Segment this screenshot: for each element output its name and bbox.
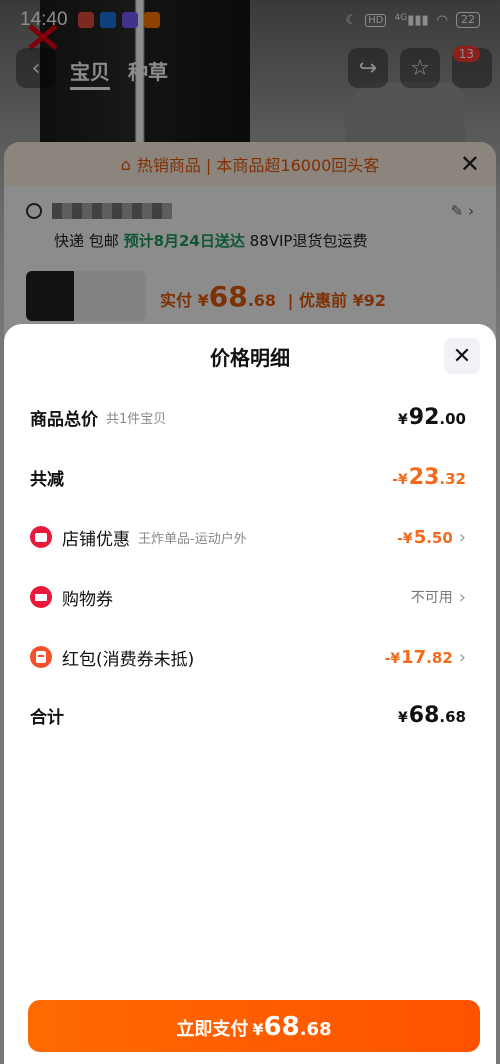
- close-icon: ✕: [452, 343, 472, 369]
- chevron-right-icon: ›: [458, 586, 466, 608]
- close-button[interactable]: ✕: [444, 338, 480, 374]
- sheet-title: 价格明细: [210, 346, 290, 370]
- shop-discount-desc: 王炸单品-运动户外: [138, 531, 247, 547]
- shop-discount-value: -¥ 5.50: [397, 526, 453, 548]
- red-packet-value: -¥ 17.82: [384, 646, 453, 668]
- reduction-label: 共减: [30, 469, 64, 490]
- row-shop-discount[interactable]: 店铺优惠 王炸单品-运动户外 -¥ 5.50 ›: [30, 522, 466, 552]
- product-total-label: 商品总价: [30, 409, 98, 430]
- reduction-value: -¥ 23.32: [392, 464, 466, 490]
- shop-icon: [30, 526, 52, 548]
- row-red-packet[interactable]: 红包(消费券未抵) -¥ 17.82 ›: [30, 642, 466, 672]
- red-packet-label: 红包(消费券未抵): [62, 649, 195, 670]
- coupon-label: 购物券: [62, 589, 113, 610]
- chevron-right-icon: ›: [458, 646, 466, 668]
- row-coupon[interactable]: 购物券 不可用 ›: [30, 582, 466, 612]
- product-total-value: ¥92.00: [398, 404, 466, 430]
- coupon-status: 不可用 ›: [410, 586, 466, 608]
- pay-now-button[interactable]: 立即支付 ¥68.68: [28, 1000, 480, 1052]
- item-count-text: 共1件宝贝: [106, 411, 167, 427]
- row-total-reduction: 共减 -¥ 23.32: [30, 462, 466, 492]
- price-detail-sheet: 价格明细 ✕ 商品总价 共1件宝贝 ¥92.00 共减 -¥ 23.32 店铺优惠…: [4, 324, 496, 1064]
- row-product-total: 商品总价 共1件宝贝 ¥92.00: [30, 402, 466, 432]
- subtotal-value: ¥68.68: [398, 702, 466, 728]
- subtotal-label: 合计: [30, 707, 64, 728]
- row-subtotal: 合计 ¥68.68: [30, 700, 466, 730]
- chevron-right-icon: ›: [458, 526, 466, 548]
- red-packet-icon: [30, 646, 52, 668]
- coupon-icon: [30, 586, 52, 608]
- shop-discount-label: 店铺优惠: [62, 529, 130, 550]
